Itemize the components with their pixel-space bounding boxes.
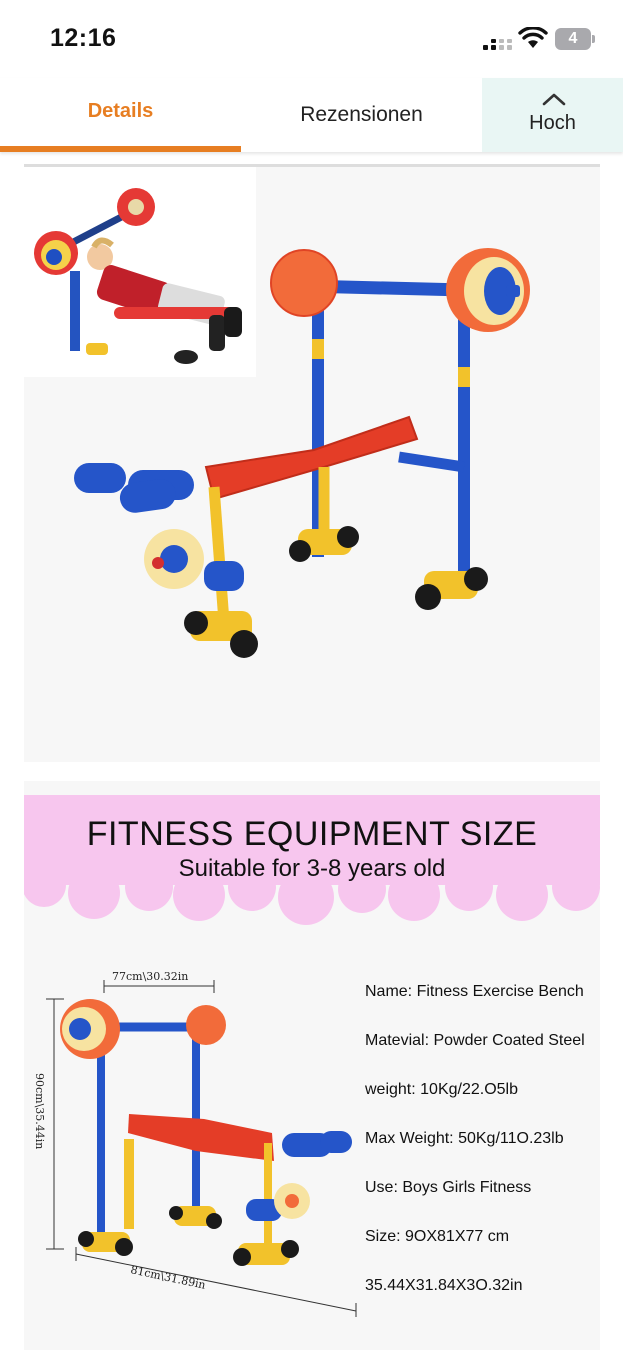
- width-dimension-label: 77cm\30.32in: [112, 970, 188, 983]
- battery-tip: [592, 35, 595, 43]
- tab-details-label: Details: [87, 100, 154, 122]
- battery-icon: 4: [555, 28, 595, 50]
- tab-bar: Details Rezensionen Hoch: [0, 78, 623, 152]
- spec-size-in: 35.44X31.84X3O.32in: [365, 1277, 523, 1294]
- scroll-to-top-label: Hoch: [529, 112, 576, 134]
- spec-name: Name: Fitness Exercise Bench: [365, 983, 584, 1000]
- scroll-to-top-button[interactable]: Hoch: [482, 78, 623, 152]
- spec-weight: weight: 10Kg/22.O5lb: [365, 1081, 518, 1098]
- spec-material: Matevial: Powder Coated Steel: [365, 1032, 585, 1049]
- height-dimension-label: 90cm\35.44in: [33, 1073, 46, 1149]
- bench-illustration: [24, 167, 530, 658]
- battery-level: 4: [555, 28, 591, 50]
- child-photo-inset: [24, 167, 256, 377]
- product-image-size-info[interactable]: FITNESS EQUIPMENT SIZE Suitable for 3-8 …: [24, 781, 600, 1350]
- tab-active-indicator: [0, 146, 241, 152]
- depth-dimension-label: 81cm\31.89in: [129, 1263, 206, 1292]
- tab-reviews[interactable]: Rezensionen: [241, 78, 482, 152]
- signal-icon: [483, 39, 512, 50]
- dimension-diagram: 77cm\30.32in 90cm\35.44in 81cm\31.89in: [33, 970, 357, 1317]
- wifi-icon: [518, 27, 548, 48]
- small-bench-drawing: [60, 999, 352, 1266]
- status-bar: 12:16 4: [0, 0, 623, 78]
- spec-use: Use: Boys Girls Fitness: [365, 1179, 532, 1196]
- chevron-up-icon: [542, 93, 566, 106]
- product-image-bench[interactable]: [24, 164, 600, 762]
- spec-size-cm: Size: 9OX81X77 cm: [365, 1228, 510, 1245]
- tab-details[interactable]: Details: [0, 78, 241, 152]
- spec-max-weight: Max Weight: 50Kg/11O.23lb: [365, 1130, 564, 1147]
- status-time: 12:16: [50, 24, 117, 52]
- tab-reviews-label: Rezensionen: [300, 103, 423, 126]
